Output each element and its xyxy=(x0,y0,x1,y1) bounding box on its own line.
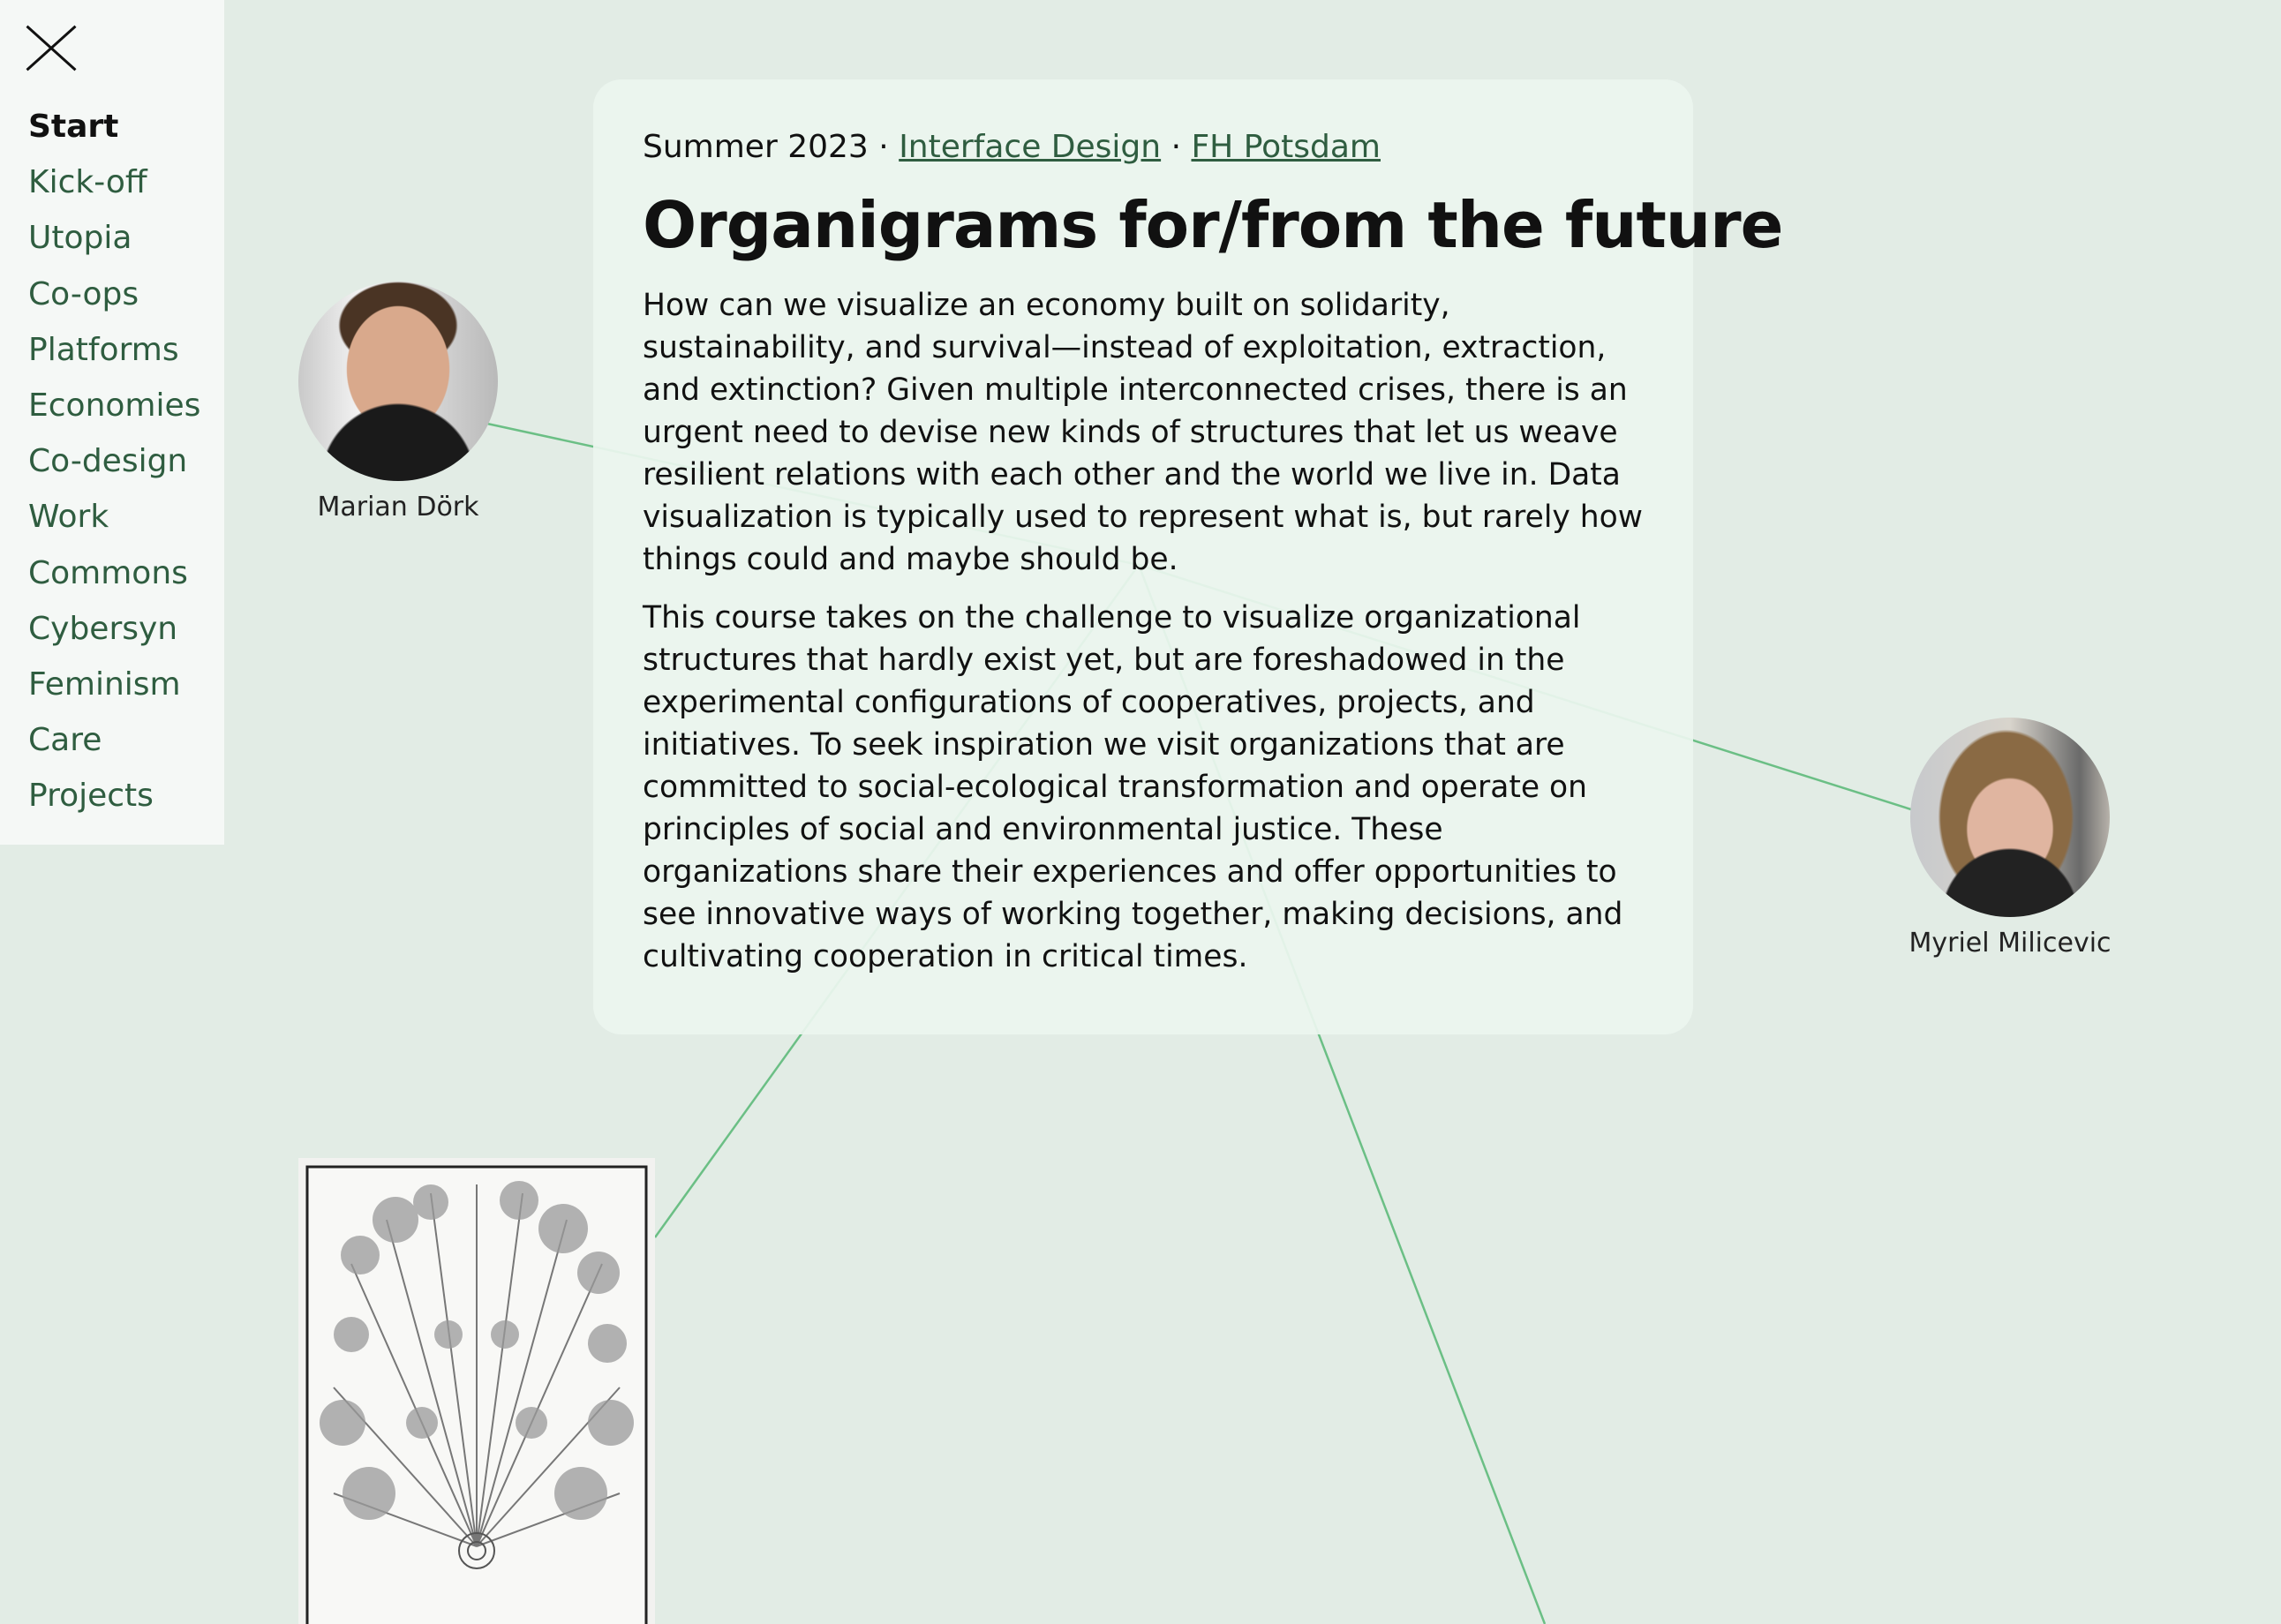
sidebar-item-feminism[interactable]: Feminism xyxy=(28,657,200,712)
sidebar-item-care[interactable]: Care xyxy=(28,712,200,768)
course-intro-card: Summer 2023 · Interface Design · FH Pots… xyxy=(593,79,1784,1034)
page-title: Organigrams for/from the future xyxy=(643,188,1784,262)
sidebar: Start Kick-off Utopia Co-ops Platforms E… xyxy=(0,0,224,845)
organigram-image[interactable] xyxy=(298,1158,655,1624)
sidebar-item-platforms[interactable]: Platforms xyxy=(28,322,200,378)
semester-label: Summer 2023 xyxy=(643,129,869,165)
organigram-drawing xyxy=(305,1165,648,1624)
meta-separator: · xyxy=(878,129,889,165)
person-myriel-milicevic[interactable]: Myriel Milicevic xyxy=(1904,718,2116,959)
interface-design-link[interactable]: Interface Design xyxy=(899,129,1161,165)
sidebar-item-co-ops[interactable]: Co-ops xyxy=(28,267,200,322)
avatar[interactable] xyxy=(298,282,498,481)
sidebar-item-utopia[interactable]: Utopia xyxy=(28,210,200,266)
person-name: Myriel Milicevic xyxy=(1908,928,2112,959)
intro-paragraph: How can we visualize an economy built on… xyxy=(643,288,1643,577)
sidebar-item-cybersyn[interactable]: Cybersyn xyxy=(28,601,200,657)
course-meta: Summer 2023 · Interface Design · FH Pots… xyxy=(643,125,1644,169)
course-paragraph: This course takes on the challenge to vi… xyxy=(643,600,1623,974)
sidebar-item-kick-off[interactable]: Kick-off xyxy=(28,154,200,210)
sidebar-nav: Start Kick-off Utopia Co-ops Platforms E… xyxy=(28,99,200,823)
sidebar-item-co-design[interactable]: Co-design xyxy=(28,433,200,489)
close-icon[interactable] xyxy=(25,25,78,72)
sidebar-item-work[interactable]: Work xyxy=(28,489,200,545)
sidebar-item-commons[interactable]: Commons xyxy=(28,545,200,601)
sidebar-item-start[interactable]: Start xyxy=(28,99,200,154)
meta-separator: · xyxy=(1171,129,1182,165)
network-canvas: Marian Dörk Myriel Milicevic Start Kick-… xyxy=(0,0,2281,1624)
sidebar-item-projects[interactable]: Projects xyxy=(28,768,200,823)
sidebar-item-economies[interactable]: Economies xyxy=(28,378,200,433)
fh-potsdam-link[interactable]: FH Potsdam xyxy=(1191,129,1381,165)
person-marian-dork[interactable]: Marian Dörk xyxy=(292,282,504,523)
person-name: Marian Dörk xyxy=(317,492,479,523)
avatar[interactable] xyxy=(1910,718,2110,917)
